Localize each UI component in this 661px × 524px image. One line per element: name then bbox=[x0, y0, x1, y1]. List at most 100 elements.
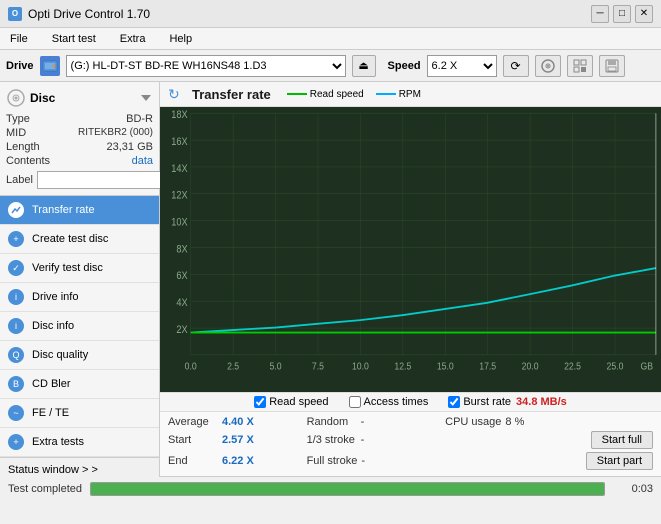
svg-text:2X: 2X bbox=[176, 324, 187, 336]
disc-panel-title: Disc bbox=[30, 91, 55, 105]
label-label: Label bbox=[6, 174, 33, 186]
start-val: 2.57 X bbox=[222, 434, 267, 446]
full-stroke-val: - bbox=[361, 455, 391, 467]
save-button[interactable] bbox=[599, 55, 625, 77]
disc-button[interactable] bbox=[535, 55, 561, 77]
cd-bler-label: CD Bler bbox=[32, 378, 71, 390]
burst-rate-checkbox[interactable] bbox=[448, 396, 460, 408]
svg-text:4X: 4X bbox=[176, 297, 187, 309]
status-window-label: Status window > > bbox=[8, 464, 98, 476]
disc-panel: Disc Type BD-R MID RITEKBR2 (000) Length… bbox=[0, 82, 159, 196]
access-times-cb-label: Access times bbox=[364, 396, 429, 408]
type-label: Type bbox=[6, 113, 30, 125]
chart-area: ↻ Transfer rate Read speed RPM bbox=[160, 82, 661, 476]
sidebar-item-disc-quality[interactable]: Q Disc quality bbox=[0, 341, 159, 370]
length-label: Length bbox=[6, 141, 40, 153]
checkbox-read-speed[interactable]: Read speed bbox=[254, 396, 328, 408]
read-speed-cb-label: Read speed bbox=[269, 396, 328, 408]
speed-select[interactable]: 6.2 X bbox=[427, 55, 497, 77]
mid-value: RITEKBR2 (000) bbox=[78, 127, 153, 139]
create-test-disc-icon: + bbox=[8, 231, 24, 247]
chart-title: Transfer rate bbox=[192, 87, 271, 102]
disc-info-label: Disc info bbox=[32, 320, 74, 332]
sidebar-item-verify-test-disc[interactable]: ✓ Verify test disc bbox=[0, 254, 159, 283]
label-input[interactable] bbox=[37, 171, 177, 189]
burst-rate-value: 34.8 MB/s bbox=[516, 396, 567, 408]
eject-button[interactable]: ⏏ bbox=[352, 55, 376, 77]
menu-start-test[interactable]: Start test bbox=[46, 31, 102, 47]
progress-bar bbox=[90, 482, 605, 496]
cd-bler-icon: B bbox=[8, 376, 24, 392]
svg-text:10X: 10X bbox=[171, 217, 188, 229]
verify-test-disc-icon: ✓ bbox=[8, 260, 24, 276]
chart-legend: Read speed RPM bbox=[287, 89, 421, 100]
access-times-checkbox[interactable] bbox=[349, 396, 361, 408]
sidebar-item-transfer-rate[interactable]: Transfer rate bbox=[0, 196, 159, 225]
settings-button[interactable] bbox=[567, 55, 593, 77]
svg-text:18X: 18X bbox=[171, 109, 188, 121]
svg-text:17.5: 17.5 bbox=[479, 361, 496, 373]
average-key: Average bbox=[168, 416, 218, 428]
menu-bar: File Start test Extra Help bbox=[0, 28, 661, 50]
stat-full-stroke: Full stroke - bbox=[307, 455, 446, 467]
label-row: Label bbox=[6, 171, 153, 189]
mid-label: MID bbox=[6, 127, 26, 139]
stat-stroke-1-3: 1/3 stroke - bbox=[307, 434, 446, 446]
svg-text:2.5: 2.5 bbox=[227, 361, 239, 373]
sidebar-item-extra-tests[interactable]: + Extra tests bbox=[0, 428, 159, 457]
legend-read-speed: Read speed bbox=[287, 89, 364, 100]
legend-rpm-label: RPM bbox=[399, 89, 421, 100]
speed-refresh-button[interactable]: ⟳ bbox=[503, 55, 529, 77]
chart-legend-row: Read speed Access times Burst rate 34.8 … bbox=[160, 392, 661, 411]
svg-text:10.0: 10.0 bbox=[352, 361, 369, 373]
svg-text:0.0: 0.0 bbox=[185, 361, 197, 373]
start-full-button[interactable]: Start full bbox=[591, 431, 653, 449]
maximize-button[interactable]: □ bbox=[613, 5, 631, 23]
stat-start: Start 2.57 X bbox=[168, 434, 307, 446]
sidebar-nav: Transfer rate + Create test disc ✓ Verif… bbox=[0, 196, 159, 457]
stroke-1-3-val: - bbox=[361, 434, 391, 446]
transfer-rate-icon bbox=[8, 202, 24, 218]
sidebar-item-create-test-disc[interactable]: + Create test disc bbox=[0, 225, 159, 254]
app-icon: O bbox=[8, 7, 22, 21]
stat-end: End 6.22 X bbox=[168, 455, 307, 467]
stats-row-1: Average 4.40 X Random - CPU usage 8 % bbox=[168, 416, 653, 428]
fe-te-label: FE / TE bbox=[32, 407, 69, 419]
svg-text:GB: GB bbox=[641, 361, 654, 373]
svg-text:12.5: 12.5 bbox=[394, 361, 411, 373]
sidebar-item-cd-bler[interactable]: B CD Bler bbox=[0, 370, 159, 399]
time-display: 0:03 bbox=[613, 483, 653, 495]
menu-extra[interactable]: Extra bbox=[114, 31, 152, 47]
type-value: BD-R bbox=[126, 113, 153, 125]
close-button[interactable]: ✕ bbox=[635, 5, 653, 23]
checkbox-burst-rate[interactable]: Burst rate 34.8 MB/s bbox=[448, 396, 566, 408]
sidebar-item-fe-te[interactable]: ~ FE / TE bbox=[0, 399, 159, 428]
read-speed-checkbox[interactable] bbox=[254, 396, 266, 408]
speed-label: Speed bbox=[388, 60, 421, 72]
extra-tests-icon: + bbox=[8, 434, 24, 450]
extra-tests-label: Extra tests bbox=[32, 436, 84, 448]
checkbox-access-times[interactable]: Access times bbox=[349, 396, 429, 408]
svg-text:16X: 16X bbox=[171, 136, 188, 148]
menu-file[interactable]: File bbox=[4, 31, 34, 47]
status-window-button[interactable]: Status window > > bbox=[0, 457, 159, 482]
svg-text:6X: 6X bbox=[176, 271, 187, 283]
stats-row-2: Start 2.57 X 1/3 stroke - Start full bbox=[168, 431, 653, 449]
stat-average: Average 4.40 X bbox=[168, 416, 307, 428]
title-bar: O Opti Drive Control 1.70 ─ □ ✕ bbox=[0, 0, 661, 28]
sidebar-item-drive-info[interactable]: i Drive info bbox=[0, 283, 159, 312]
drive-info-icon: i bbox=[8, 289, 24, 305]
minimize-button[interactable]: ─ bbox=[591, 5, 609, 23]
random-val: - bbox=[361, 416, 391, 428]
stroke-1-3-key: 1/3 stroke bbox=[307, 434, 357, 446]
svg-text:7.5: 7.5 bbox=[312, 361, 324, 373]
drive-select[interactable]: (G:) HL-DT-ST BD-RE WH16NS48 1.D3 bbox=[66, 55, 346, 77]
stats-row-3: End 6.22 X Full stroke - Start part bbox=[168, 452, 653, 470]
end-key: End bbox=[168, 455, 218, 467]
menu-help[interactable]: Help bbox=[163, 31, 198, 47]
start-part-button[interactable]: Start part bbox=[586, 452, 653, 470]
app-title: Opti Drive Control 1.70 bbox=[28, 7, 150, 21]
svg-text:25.0: 25.0 bbox=[607, 361, 624, 373]
sidebar-item-disc-info[interactable]: i Disc info bbox=[0, 312, 159, 341]
main-content: Disc Type BD-R MID RITEKBR2 (000) Length… bbox=[0, 82, 661, 476]
